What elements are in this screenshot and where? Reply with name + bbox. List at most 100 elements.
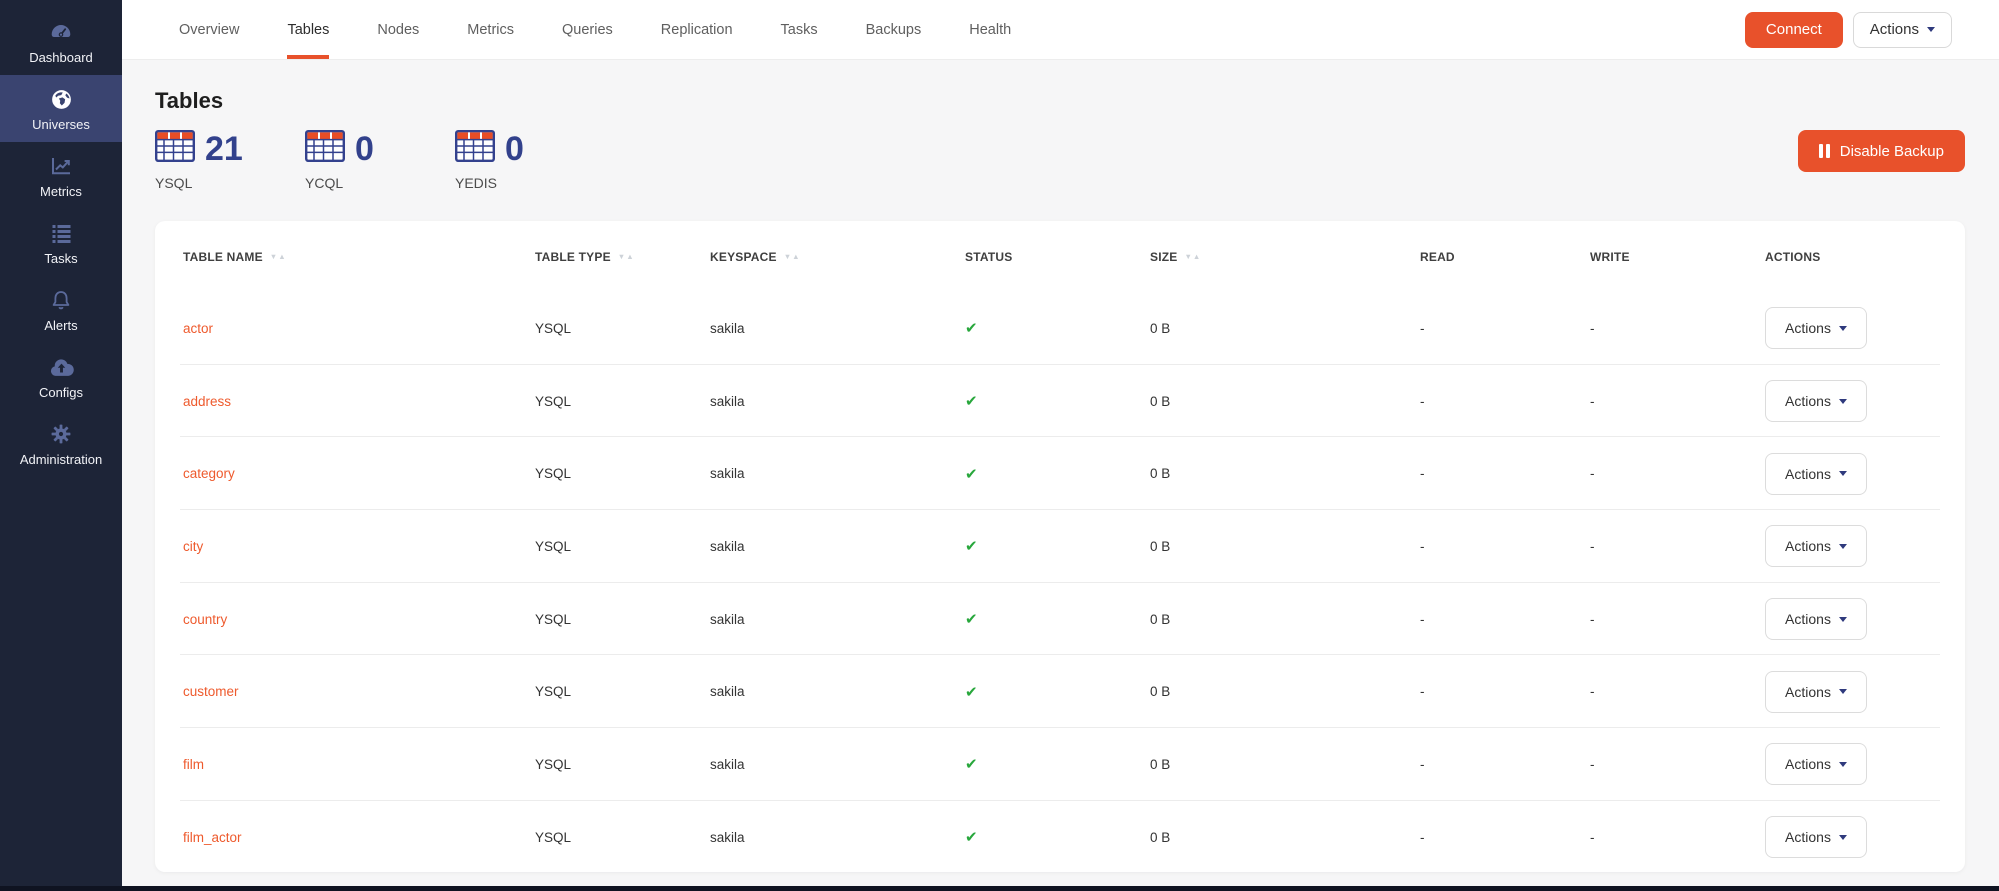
tab[interactable]: Metrics — [443, 0, 538, 59]
table-type-cell: YSQL — [535, 394, 710, 409]
size-cell: 0 B — [1150, 684, 1420, 699]
sidebar-item-dashboard[interactable]: Dashboard — [0, 8, 122, 75]
table-count-stat: 21 YSQL — [155, 130, 305, 191]
bottom-edge-bar — [0, 886, 1999, 891]
sidebar-item-metrics[interactable]: Metrics — [0, 142, 122, 209]
size-cell: 0 B — [1150, 830, 1420, 845]
tab[interactable]: Overview — [155, 0, 263, 59]
status-check-icon: ✔ — [965, 538, 978, 555]
sidebar-item-label: Tasks — [44, 251, 77, 266]
status-check-icon: ✔ — [965, 393, 978, 410]
chevron-down-icon — [1839, 544, 1847, 549]
tab[interactable]: Replication — [637, 0, 757, 59]
column-header[interactable]: READ ▼▲ — [1420, 250, 1590, 264]
table-type-cell: YSQL — [535, 612, 710, 627]
list-icon — [49, 219, 74, 247]
tables-page: Tables — [122, 60, 1999, 891]
chevron-down-icon — [1839, 762, 1847, 767]
write-cell: - — [1590, 539, 1765, 554]
tab[interactable]: Queries — [538, 0, 637, 59]
table-name-link[interactable]: country — [183, 612, 227, 627]
table-count-value: 0 — [355, 132, 374, 166]
row-actions-dropdown-button[interactable]: Actions — [1765, 743, 1867, 785]
table-row: country YSQL sakila ✔ 0 B - - Actions — [155, 583, 1965, 656]
chevron-down-icon — [1839, 617, 1847, 622]
table-count-stat: 0 YCQL — [305, 130, 455, 191]
sort-icon[interactable]: ▼▲ — [1184, 252, 1201, 261]
size-cell: 0 B — [1150, 466, 1420, 481]
actions-dropdown-button[interactable]: Actions — [1853, 12, 1952, 48]
read-cell: - — [1420, 394, 1590, 409]
table-name-link[interactable]: film_actor — [183, 830, 242, 845]
table-body: actor YSQL sakila ✔ 0 B - - Actions — [155, 292, 1965, 872]
keyspace-cell: sakila — [710, 830, 965, 845]
tab[interactable]: Health — [945, 0, 1035, 59]
table-row: actor YSQL sakila ✔ 0 B - - Actions — [155, 292, 1965, 365]
keyspace-cell: sakila — [710, 612, 965, 627]
table-type-cell: YSQL — [535, 757, 710, 772]
tab[interactable]: Backups — [842, 0, 946, 59]
table-count-value: 0 — [505, 132, 524, 166]
table-name-link[interactable]: address — [183, 394, 231, 409]
sidebar-item-label: Alerts — [44, 318, 77, 333]
table-count-stat: 0 YEDIS — [455, 130, 605, 191]
row-actions-dropdown-button[interactable]: Actions — [1765, 380, 1867, 422]
table-row: city YSQL sakila ✔ 0 B - - Actions — [155, 510, 1965, 583]
sidebar-item-label: Configs — [39, 385, 83, 400]
write-cell: - — [1590, 394, 1765, 409]
table-name-link[interactable]: actor — [183, 321, 213, 336]
disable-backup-button[interactable]: Disable Backup — [1798, 130, 1965, 172]
row-actions-dropdown-button[interactable]: Actions — [1765, 307, 1867, 349]
sidebar-item-universes[interactable]: Universes — [0, 75, 122, 142]
sort-icon[interactable]: ▼▲ — [784, 252, 801, 261]
write-cell: - — [1590, 684, 1765, 699]
table-name-link[interactable]: film — [183, 757, 204, 772]
size-cell: 0 B — [1150, 394, 1420, 409]
pause-icon — [1819, 144, 1830, 158]
row-actions-dropdown-button[interactable]: Actions — [1765, 816, 1867, 858]
sidebar-item-tasks[interactable]: Tasks — [0, 209, 122, 276]
tab[interactable]: Nodes — [353, 0, 443, 59]
sidebar-item-label: Dashboard — [29, 50, 93, 65]
connect-button[interactable]: Connect — [1745, 12, 1843, 48]
sidebar-item-alerts[interactable]: Alerts — [0, 276, 122, 343]
column-header[interactable]: TABLE NAME ▼▲ — [183, 250, 535, 264]
column-header[interactable]: ACTIONS ▼▲ — [1765, 250, 1937, 264]
sidebar: Dashboard Universes Metrics — [0, 0, 122, 891]
sidebar-item-label: Administration — [20, 452, 102, 467]
tables-list-card: TABLE NAME ▼▲ TABLE TYPE ▼▲ KEYSPACE ▼▲ … — [155, 221, 1965, 872]
sort-icon[interactable]: ▼▲ — [270, 252, 287, 261]
table-name-link[interactable]: customer — [183, 684, 239, 699]
status-check-icon: ✔ — [965, 466, 978, 483]
row-actions-dropdown-button[interactable]: Actions — [1765, 671, 1867, 713]
globe-icon — [49, 85, 74, 113]
sort-icon[interactable]: ▼▲ — [618, 252, 635, 261]
status-check-icon: ✔ — [965, 829, 978, 846]
table-grid-icon — [305, 130, 345, 167]
column-header[interactable]: KEYSPACE ▼▲ — [710, 250, 965, 264]
row-actions-dropdown-button[interactable]: Actions — [1765, 525, 1867, 567]
chevron-down-icon — [1839, 399, 1847, 404]
row-actions-dropdown-button[interactable]: Actions — [1765, 453, 1867, 495]
read-cell: - — [1420, 830, 1590, 845]
write-cell: - — [1590, 830, 1765, 845]
table-name-link[interactable]: city — [183, 539, 203, 554]
write-cell: - — [1590, 757, 1765, 772]
table-count-value: 21 — [205, 132, 243, 166]
table-count-label: YCQL — [305, 175, 455, 191]
column-header[interactable]: STATUS ▼▲ — [965, 250, 1150, 264]
chevron-down-icon — [1839, 689, 1847, 694]
tabs: Overview Tables Nodes Metrics Queries Re… — [155, 0, 1035, 59]
sidebar-item-configs[interactable]: Configs — [0, 343, 122, 410]
column-header[interactable]: SIZE ▼▲ — [1150, 250, 1420, 264]
column-header[interactable]: TABLE TYPE ▼▲ — [535, 250, 710, 264]
table-type-cell: YSQL — [535, 466, 710, 481]
chevron-down-icon — [1839, 471, 1847, 476]
row-actions-dropdown-button[interactable]: Actions — [1765, 598, 1867, 640]
column-header[interactable]: WRITE ▼▲ — [1590, 250, 1765, 264]
sidebar-item-administration[interactable]: Administration — [0, 410, 122, 477]
tab[interactable]: Tasks — [757, 0, 842, 59]
tab[interactable]: Tables — [263, 0, 353, 59]
table-row: address YSQL sakila ✔ 0 B - - Actions — [155, 365, 1965, 438]
table-name-link[interactable]: category — [183, 466, 235, 481]
